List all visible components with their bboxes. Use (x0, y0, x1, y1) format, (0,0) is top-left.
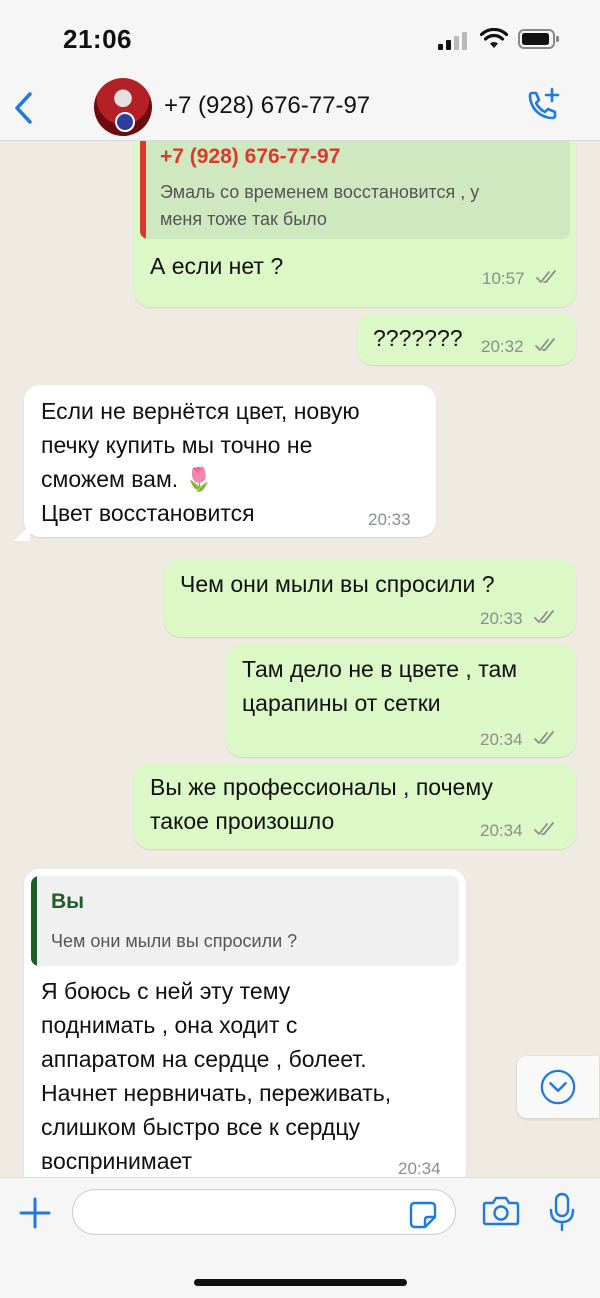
scroll-to-bottom-button[interactable] (517, 1056, 599, 1118)
microphone-icon[interactable] (548, 1192, 576, 1232)
read-receipt-icon (534, 731, 554, 744)
sticker-icon[interactable] (409, 1201, 437, 1229)
incoming-message[interactable]: Если не вернётся цвет, новую печку купит… (24, 385, 436, 537)
message-time: 20:33 (368, 510, 411, 529)
incoming-message[interactable]: Вы Чем они мыли вы спросили ? Я боюсь с … (24, 869, 466, 1177)
avatar-emblem-icon (115, 112, 135, 132)
bubble-tail (14, 525, 30, 541)
back-chevron-icon[interactable] (12, 90, 36, 126)
message-text: Вы же профессионалы , почему такое произ… (150, 774, 493, 834)
chevron-down-circle-icon (540, 1069, 576, 1105)
contact-name[interactable]: +7 (928) 676-77-97 (164, 92, 370, 120)
cellular-signal-icon (438, 32, 467, 50)
message-text: Чем они мыли вы спросили ? (180, 571, 495, 597)
camera-icon[interactable] (482, 1195, 520, 1227)
outgoing-message[interactable]: Чем они мыли вы спросили ? 20:33 (164, 559, 576, 637)
wifi-icon (480, 28, 508, 48)
outgoing-message[interactable]: Там дело не в цвете , там царапины от се… (226, 644, 576, 757)
phone-plus-icon[interactable] (522, 86, 562, 126)
message-time: 20:32 (481, 337, 524, 356)
message-text: Там дело не в цвете , там царапины от се… (242, 656, 518, 716)
message-time: 20:34 (398, 1159, 441, 1177)
message-text: Если не вернётся цвет, новую печку купит… (41, 398, 360, 526)
read-receipt-icon (534, 610, 554, 623)
battery-icon (518, 29, 559, 49)
read-receipt-icon (535, 338, 555, 351)
status-bar: 21:06 (0, 0, 600, 78)
quote-accent-bar (31, 876, 37, 966)
quoted-message[interactable]: +7 (928) 676-77-97 Эмаль со временем вос… (140, 141, 570, 239)
message-time: 10:57 (482, 269, 525, 288)
home-indicator (194, 1279, 407, 1286)
quoted-sender: +7 (928) 676-77-97 (160, 145, 341, 168)
quoted-text: Чем они мыли вы спросили ? (51, 931, 298, 951)
outgoing-message[interactable]: +7 (928) 676-77-97 Эмаль со временем вос… (134, 141, 576, 307)
quoted-text: Эмаль со временем восстановится , у меня… (160, 182, 480, 229)
read-receipt-icon (534, 822, 554, 835)
message-text: А если нет ? (150, 253, 284, 279)
quoted-message[interactable]: Вы Чем они мыли вы спросили ? (31, 876, 459, 966)
message-time: 20:34 (480, 730, 523, 749)
message-input[interactable] (72, 1189, 456, 1235)
plus-icon[interactable] (18, 1196, 52, 1230)
chat-area[interactable]: +7 (928) 676-77-97 Эмаль со временем вос… (0, 141, 600, 1177)
outgoing-message[interactable]: Вы же профессионалы , почему такое произ… (134, 763, 576, 849)
message-time: 20:34 (480, 821, 523, 840)
composer-bar (0, 1177, 600, 1298)
message-text: Я боюсь с ней эту тему поднимать , она х… (41, 978, 392, 1174)
chat-header: +7 (928) 676-77-97 (0, 78, 600, 141)
read-receipt-icon (536, 270, 556, 283)
message-text: ??????? (373, 325, 463, 351)
outgoing-message[interactable]: ??????? 20:32 (357, 313, 576, 365)
message-time: 20:33 (480, 609, 523, 628)
contact-avatar[interactable] (94, 78, 152, 136)
quoted-sender: Вы (51, 890, 85, 913)
quote-accent-bar (140, 141, 146, 239)
status-time: 21:06 (63, 24, 132, 54)
